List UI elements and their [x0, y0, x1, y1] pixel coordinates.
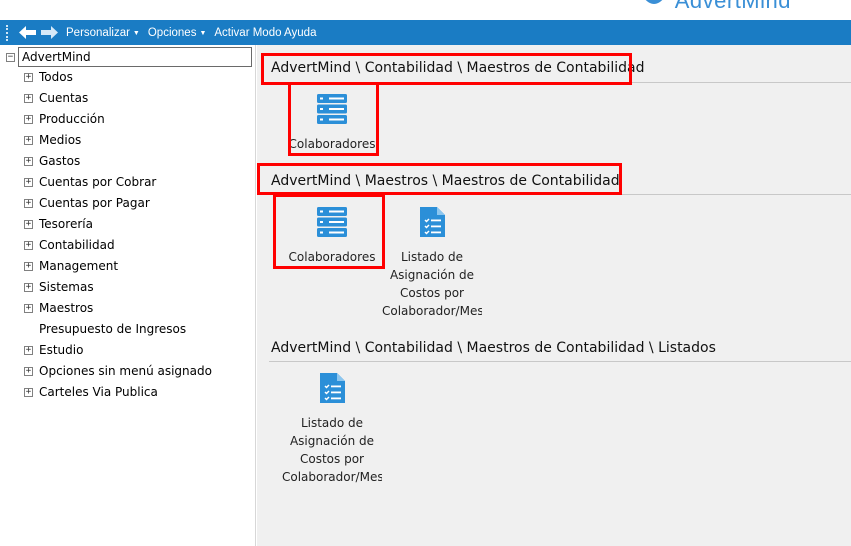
expand-icon[interactable]: +	[24, 345, 33, 355]
document-checklist-icon	[315, 371, 349, 405]
app-header: AdvertMind	[0, 0, 851, 20]
collapse-icon[interactable]: −	[6, 52, 15, 62]
tree-item-tesoreria[interactable]: + Tesorería	[24, 215, 93, 233]
menu-opciones-label: Opciones	[147, 26, 197, 39]
tree-item-carteles-via-publica[interactable]: + Carteles Via Publica	[24, 383, 158, 401]
tile-listado-asignacion-costos[interactable]: Listado de Asignación de Costos por Cola…	[382, 205, 482, 320]
tree-item-label: Presupuesto de Ingresos	[39, 322, 187, 336]
forward-arrow-icon[interactable]	[40, 26, 58, 40]
expand-icon[interactable]: +	[24, 114, 33, 124]
tree-item-label: Cuentas	[39, 91, 89, 105]
document-checklist-icon	[415, 205, 449, 239]
tree-item-label: Maestros	[39, 301, 94, 315]
tree-item-management[interactable]: + Management	[24, 257, 118, 275]
tree-item-label: Contabilidad	[39, 238, 115, 252]
tree-item-contabilidad[interactable]: + Contabilidad	[24, 236, 115, 254]
tree-item-gastos[interactable]: + Gastos	[24, 152, 80, 170]
brand-name: AdvertMind	[674, 0, 791, 13]
tree-item-label: Estudio	[39, 343, 84, 357]
section-divider	[269, 361, 851, 362]
expand-icon[interactable]: +	[24, 282, 33, 292]
expand-icon[interactable]: +	[24, 387, 33, 397]
expand-icon[interactable]: +	[24, 93, 33, 103]
tree-item-cuentas[interactable]: + Cuentas	[24, 89, 88, 107]
highlight-box	[261, 53, 632, 85]
tree-item-sistemas[interactable]: + Sistemas	[24, 278, 94, 296]
highlight-box	[288, 82, 379, 156]
tree-item-label: Producción	[39, 112, 105, 126]
tree-item-label: Medios	[39, 133, 82, 147]
brand-logo: AdvertMind	[637, 0, 791, 13]
tree-item-todos[interactable]: + Todos	[24, 68, 73, 86]
tree-item-label: Carteles Via Publica	[39, 385, 158, 399]
tree-item-medios[interactable]: + Medios	[24, 131, 81, 149]
navigation-tree: − AdvertMind + Todos + Cuentas + Producción…	[0, 45, 256, 546]
tree-root-advertmind[interactable]: − AdvertMind	[6, 47, 252, 67]
expand-icon[interactable]: +	[24, 72, 33, 82]
tree-item-estudio[interactable]: + Estudio	[24, 341, 83, 359]
menu-opciones[interactable]: Opciones ▼	[148, 27, 207, 39]
activar-modo-ayuda-label: Activar Modo Ayuda	[214, 26, 317, 39]
tree-item-label: Opciones sin menú asignado	[39, 364, 212, 378]
expand-icon[interactable]: +	[24, 198, 33, 208]
tree-item-maestros[interactable]: + Maestros	[24, 299, 93, 317]
activar-modo-ayuda-button[interactable]: Activar Modo Ayuda	[214, 27, 316, 39]
main-panel: AdvertMind \ Contabilidad \ Maestros de …	[257, 45, 851, 546]
tree-item-cuentas-por-cobrar[interactable]: + Cuentas por Cobrar	[24, 173, 156, 191]
tree-item-label: Tesorería	[39, 217, 93, 231]
section-title-contabilidad-listados: AdvertMind \ Contabilidad \ Maestros de …	[271, 340, 716, 356]
tree-item-label: Gastos	[39, 154, 81, 168]
toolbar: Personalizar ▼ Opciones ▼ Activar Modo A…	[0, 20, 851, 45]
expand-icon[interactable]: +	[24, 156, 33, 166]
expand-icon[interactable]: +	[24, 219, 33, 229]
menu-personalizar[interactable]: Personalizar ▼	[66, 27, 140, 39]
tree-item-label: Todos	[39, 70, 73, 84]
tree-item-label: Cuentas por Pagar	[39, 196, 150, 210]
expand-icon[interactable]: +	[24, 366, 33, 376]
expand-icon[interactable]: +	[24, 177, 33, 187]
chevron-down-icon: ▼	[132, 29, 140, 37]
tree-item-presupuesto-de-ingresos[interactable]: Presupuesto de Ingresos	[24, 320, 186, 338]
tree-item-label: Sistemas	[39, 280, 94, 294]
tree-item-cuentas-por-pagar[interactable]: + Cuentas por Pagar	[24, 194, 150, 212]
chevron-down-icon: ▼	[199, 29, 207, 37]
expand-icon[interactable]: +	[24, 135, 33, 145]
tile-listado-asignacion-costos[interactable]: Listado de Asignación de Costos por Cola…	[282, 371, 382, 486]
tile-label: Listado de Asignación de Costos por Cola…	[382, 250, 482, 318]
menu-personalizar-label: Personalizar	[66, 26, 130, 39]
tree-item-label: Cuentas por Cobrar	[39, 175, 157, 189]
tile-label: Listado de Asignación de Costos por Cola…	[282, 416, 382, 484]
tree-root-label: AdvertMind	[18, 47, 252, 67]
brand-mark-icon	[645, 0, 662, 4]
highlight-box	[273, 194, 385, 269]
toolbar-grip[interactable]	[6, 24, 14, 41]
expand-icon[interactable]: +	[24, 303, 33, 313]
back-arrow-icon[interactable]	[18, 26, 36, 40]
expand-icon[interactable]: +	[24, 261, 33, 271]
tree-item-opciones-sin-menu[interactable]: + Opciones sin menú asignado	[24, 362, 212, 380]
tree-item-produccion[interactable]: + Producción	[24, 110, 105, 128]
tree-item-label: Management	[39, 259, 119, 273]
expand-icon[interactable]: +	[24, 240, 33, 250]
highlight-box	[257, 163, 622, 195]
